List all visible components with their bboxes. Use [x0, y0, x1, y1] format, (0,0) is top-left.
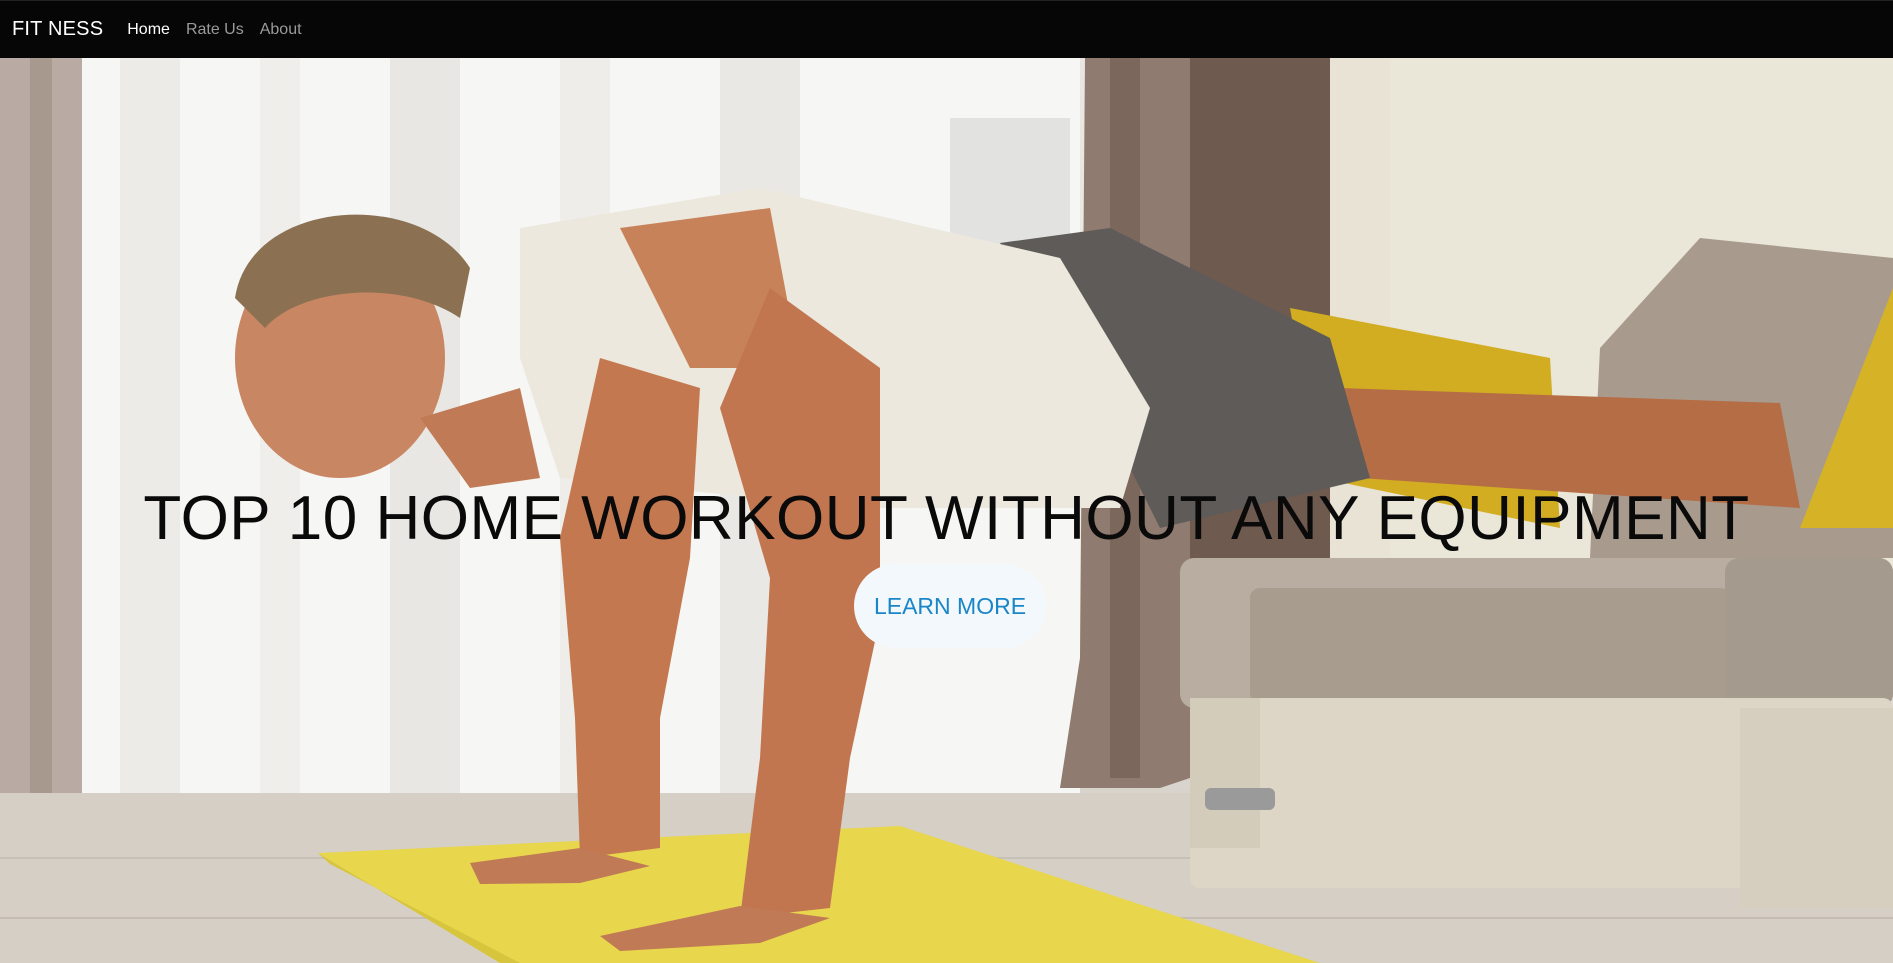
- hero-title: TOP 10 HOME WORKOUT WITHOUT ANY EQUIPMEN…: [143, 484, 1750, 553]
- nav-link-rate-us[interactable]: Rate Us: [186, 21, 244, 39]
- learn-more-button[interactable]: LEARN MORE: [854, 564, 1046, 648]
- nav-link-home[interactable]: Home: [127, 21, 170, 39]
- hero-section: TOP 10 HOME WORKOUT WITHOUT ANY EQUIPMEN…: [0, 58, 1893, 963]
- top-navbar: FIT NESS Home Rate Us About: [0, 0, 1893, 58]
- nav-link-about[interactable]: About: [260, 21, 302, 39]
- brand-logo[interactable]: FIT NESS: [12, 18, 103, 41]
